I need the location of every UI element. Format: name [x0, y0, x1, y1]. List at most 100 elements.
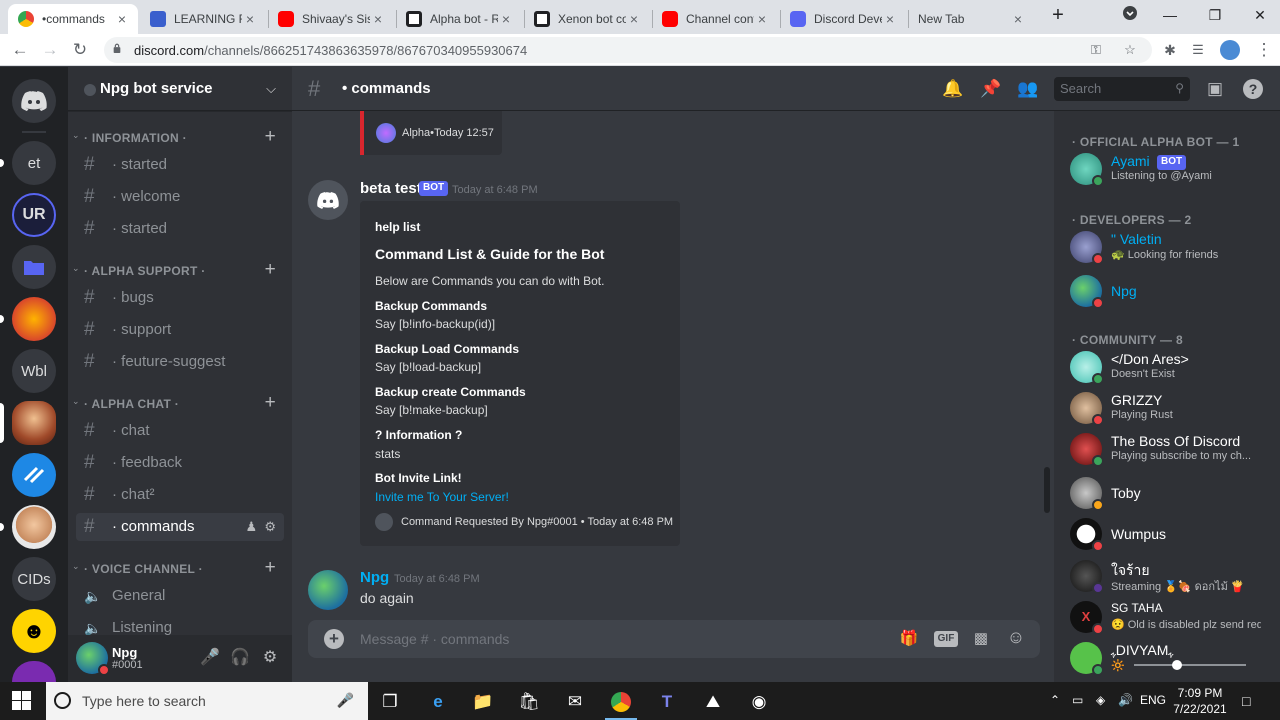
category-information[interactable]: ⌄ · INFORMATION · + [68, 126, 292, 147]
help-icon[interactable]: ? [1242, 79, 1264, 101]
create-channel-icon[interactable]: + [265, 259, 276, 281]
media-icon[interactable]: ☰ [1186, 38, 1210, 62]
mail-icon[interactable]: ✉ [555, 686, 595, 718]
emoji-icon[interactable]: ☺ [1005, 627, 1027, 647]
new-tab-button[interactable]: + [1038, 4, 1078, 28]
mute-icon[interactable]: 🎤 [198, 647, 222, 671]
gear-icon[interactable]: ⚙ [264, 519, 276, 534]
folder-icon[interactable] [12, 245, 56, 289]
member-wumpus[interactable]: Wumpus [1070, 514, 1270, 554]
slider-handle[interactable] [1172, 660, 1182, 670]
volume-icon[interactable]: 🔊 [1118, 693, 1133, 707]
member-divyam[interactable]: ﮩDIVYAMﮩ 🔆 [1070, 638, 1270, 678]
user-avatar[interactable] [308, 570, 348, 610]
close-tab-icon[interactable]: × [1010, 11, 1026, 27]
discord-home-icon[interactable] [12, 79, 56, 123]
browser-tab-commands[interactable]: •commands × [8, 4, 138, 34]
upload-plus-icon[interactable]: + [324, 629, 344, 649]
file-explorer-icon[interactable]: 📁 [463, 686, 503, 718]
bot-avatar[interactable] [308, 180, 348, 220]
member-jairai[interactable]: ใจร้าย Streaming 🏅🍖 ดอกไม้ 🍟 [1070, 556, 1270, 596]
voice-channel-general[interactable]: 🔈 General [76, 582, 284, 610]
channel-feuture-suggest[interactable]: # · feuture-suggest [76, 348, 284, 376]
tray-chevron-icon[interactable]: ⌃ [1050, 693, 1060, 707]
server-face-icon[interactable] [12, 505, 56, 549]
taskbar-search-input[interactable]: Type here to search 🎤 [46, 682, 368, 720]
channel-started[interactable]: # · started [76, 151, 284, 179]
channel-feedback[interactable]: # · feedback [76, 449, 284, 477]
server-header[interactable]: Npg bot service ⌵ [68, 67, 292, 111]
gift-icon[interactable]: 🎁 [898, 629, 920, 649]
invite-icon[interactable]: ♟ [245, 519, 257, 534]
pin-icon[interactable]: 📌 [980, 79, 1002, 101]
channel-commands[interactable]: # · commands ♟ ⚙ [76, 513, 284, 541]
chrome-menu-icon[interactable]: ⋮ [1252, 38, 1276, 62]
teams-icon[interactable]: T [647, 686, 687, 718]
close-tab-icon[interactable]: × [626, 11, 642, 27]
member-list-icon[interactable]: 👥 [1017, 79, 1039, 101]
server-arrow-icon[interactable] [12, 453, 56, 497]
restore-icon[interactable]: ❐ [1195, 4, 1235, 28]
battery-icon[interactable]: ▭ [1072, 693, 1083, 707]
member-sg-taha[interactable]: X SG TAHA 😟 Old is disabled plz send req… [1070, 597, 1270, 637]
search-input[interactable]: Search ⚲ [1054, 77, 1190, 101]
tab-search-icon[interactable] [1110, 4, 1150, 28]
forward-icon[interactable]: → [38, 38, 62, 62]
member-toby[interactable]: Toby [1070, 473, 1270, 513]
volume-slider[interactable] [1134, 660, 1246, 670]
user-settings-icon[interactable]: ⚙ [258, 647, 282, 671]
channel-chat2[interactable]: # · chat² [76, 481, 284, 509]
close-tab-icon[interactable]: × [242, 11, 258, 27]
inbox-icon[interactable]: ▣ [1204, 79, 1226, 101]
member-valetin[interactable]: " Valetin 🐢 Looking for friends [1070, 227, 1270, 267]
close-tab-icon[interactable]: × [498, 11, 514, 27]
server-icon-wbl[interactable]: Wbl [12, 349, 56, 393]
browser-tab[interactable]: Channel cont × [652, 4, 778, 34]
notification-bell-icon[interactable]: 🔔 [942, 79, 964, 101]
server-icon-et[interactable]: et [12, 141, 56, 185]
channel-started-2[interactable]: # · started [76, 215, 284, 243]
key-icon[interactable]: ⚿ [1088, 42, 1104, 58]
close-tab-icon[interactable]: × [114, 11, 130, 27]
browser-tab[interactable]: New Tab × [908, 4, 1034, 34]
server-logo-icon[interactable]: UR [12, 193, 56, 237]
message-composer[interactable]: + Message # · commands 🎁 GIF ▩ ☺ [308, 620, 1040, 658]
close-tab-icon[interactable]: × [754, 11, 770, 27]
edge-icon[interactable]: e [418, 686, 458, 718]
member-grizzy[interactable]: GRIZZY Playing Rust [1070, 388, 1270, 428]
windows-start-icon[interactable] [12, 691, 32, 711]
browser-tab[interactable]: Shivaay's Sist × [268, 4, 394, 34]
wifi-icon[interactable]: ◈ [1096, 693, 1105, 707]
server-avatar-icon[interactable] [12, 401, 56, 445]
member-npg[interactable]: Npg [1070, 271, 1270, 311]
browser-tab[interactable]: Alpha bot - R × [396, 4, 522, 34]
photos-icon[interactable]: ⛰ [693, 686, 733, 718]
address-bar[interactable]: discord.com/channels/866251743863635978/… [104, 37, 1152, 63]
channel-bugs[interactable]: # · bugs [76, 284, 284, 312]
back-icon[interactable]: ← [8, 38, 32, 62]
close-tab-icon[interactable]: × [370, 11, 386, 27]
create-channel-icon[interactable]: + [265, 557, 276, 579]
message-input[interactable]: Message # · commands [360, 631, 509, 647]
minimize-icon[interactable]: — [1150, 4, 1190, 28]
gif-button[interactable]: GIF [934, 631, 958, 647]
category-voice-channel[interactable]: ⌄ · VOICE CHANNEL · + [68, 557, 292, 579]
extensions-icon[interactable]: ✱ [1158, 38, 1182, 62]
member-don-ares[interactable]: </Don Ares> Doesn't Exist [1070, 347, 1270, 387]
store-icon[interactable]: 🛍 [509, 686, 549, 718]
member-ayami[interactable]: Ayami BOT Listening to @Ayami [1070, 149, 1270, 189]
browser-tab[interactable]: LEARNING RE × [140, 4, 266, 34]
headphones-icon[interactable]: 🎧 [228, 647, 252, 671]
chrome-taskbar-icon[interactable] [601, 686, 641, 720]
invite-link[interactable]: Invite me To Your Server! [375, 490, 509, 504]
server-partial-icon[interactable] [12, 661, 56, 682]
channel-chat[interactable]: # · chat [76, 417, 284, 445]
close-tab-icon[interactable]: × [882, 11, 898, 27]
message-author[interactable]: Npg [360, 569, 389, 586]
create-channel-icon[interactable]: + [265, 392, 276, 414]
channel-welcome[interactable]: # · welcome [76, 183, 284, 211]
smiley-icon[interactable]: ☻ [12, 609, 56, 653]
server-icon-cids[interactable]: CIDs [12, 557, 56, 601]
browser-tab[interactable]: Discord Devel × [780, 4, 906, 34]
bookmark-star-icon[interactable]: ☆ [1122, 42, 1138, 58]
